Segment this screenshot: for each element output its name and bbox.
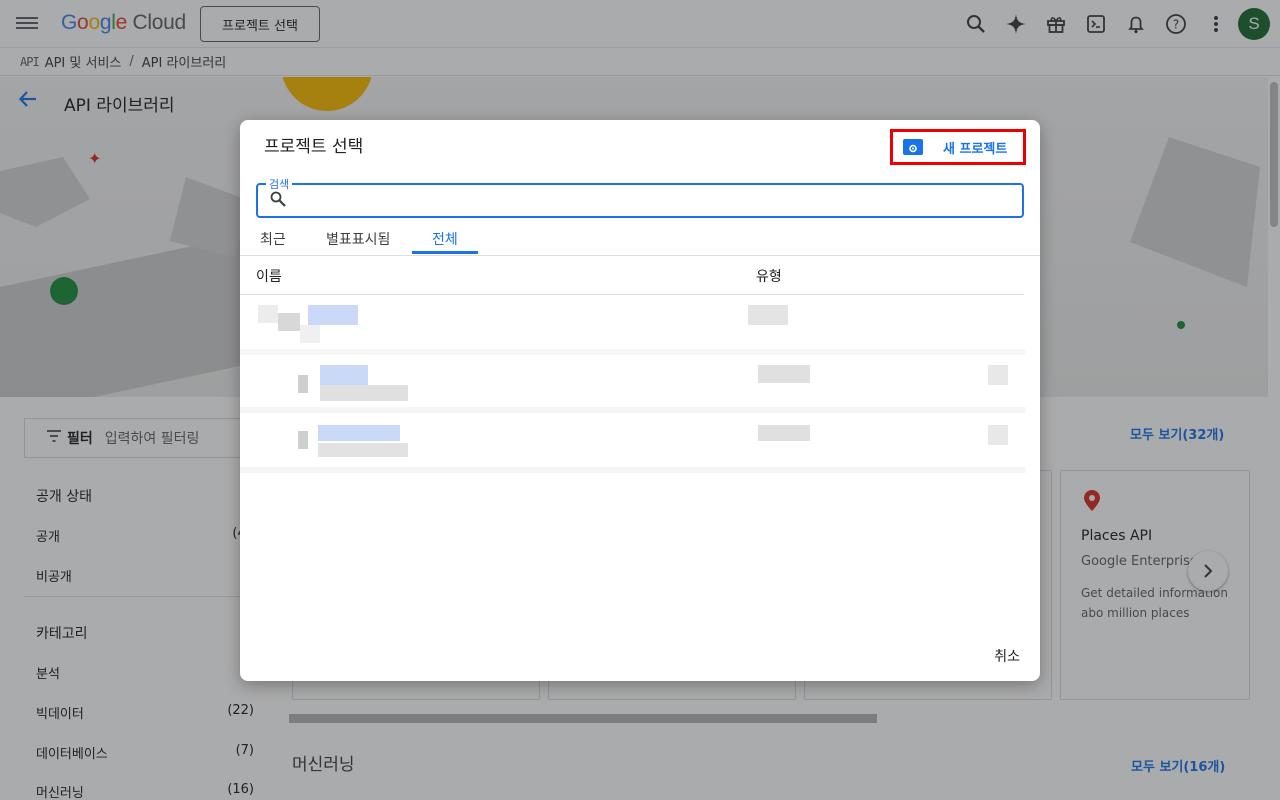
new-project-label: 새 프로젝트: [943, 141, 1008, 157]
tab-recent[interactable]: 최근: [260, 229, 286, 256]
dialog-title: 프로젝트 선택: [264, 137, 364, 157]
project-select-dialog: 프로젝트 선택 새 프로젝트 검색 최근 별표표시됨 전체 이름 유형 취소: [240, 120, 1040, 681]
active-tab-indicator: [412, 251, 478, 254]
tab-starred[interactable]: 별표표시됨: [326, 229, 390, 256]
new-project-button[interactable]: 새 프로젝트: [890, 129, 1026, 165]
search-icon: [270, 191, 286, 211]
divider: [240, 467, 1026, 473]
dialog-tabs: 최근 별표표시됨 전체: [240, 223, 1040, 256]
column-header-name[interactable]: 이름: [256, 266, 282, 286]
table-row[interactable]: [240, 413, 1026, 471]
cancel-button[interactable]: 취소: [994, 646, 1020, 666]
search-input[interactable]: 검색: [256, 176, 1024, 218]
table-row[interactable]: [240, 355, 1026, 413]
table-row[interactable]: [240, 295, 1026, 353]
search-label: 검색: [266, 176, 293, 192]
folder-settings-icon: [903, 139, 923, 155]
column-header-type[interactable]: 유형: [756, 266, 782, 286]
